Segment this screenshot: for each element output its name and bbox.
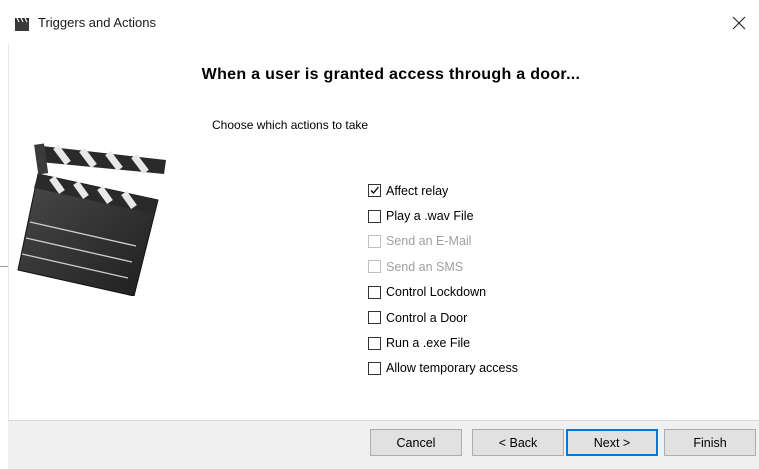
action-label: Send an E-Mail xyxy=(386,234,472,249)
wizard-footer: Cancel < Back Next > Finish xyxy=(8,420,759,469)
action-option[interactable]: Affect relay xyxy=(368,178,518,203)
back-button[interactable]: < Back xyxy=(472,429,564,456)
checkbox[interactable] xyxy=(368,336,381,350)
checkbox[interactable] xyxy=(368,209,381,223)
checkbox[interactable] xyxy=(368,285,381,299)
action-label: Control a Door xyxy=(386,310,468,325)
action-option[interactable]: Control a Door xyxy=(368,305,518,330)
checkbox[interactable] xyxy=(368,361,381,375)
action-option[interactable]: Run a .exe File xyxy=(368,330,518,355)
wizard-window: Triggers and Actions When a user is gran… xyxy=(0,0,759,469)
action-option[interactable]: Play a .wav File xyxy=(368,203,518,228)
checkbox xyxy=(368,260,381,274)
title-bar: Triggers and Actions xyxy=(0,0,759,44)
finish-button[interactable]: Finish xyxy=(664,429,756,456)
action-label: Play a .wav File xyxy=(386,209,474,224)
action-label: Run a .exe File xyxy=(386,336,471,351)
action-label: Allow temporary access xyxy=(386,361,518,376)
cancel-button[interactable]: Cancel xyxy=(370,429,462,456)
action-label: Send an SMS xyxy=(386,259,464,274)
action-option[interactable]: Control Lockdown xyxy=(368,280,518,305)
action-option: Send an E-Mail xyxy=(368,229,518,254)
divider xyxy=(0,266,8,267)
checkbox[interactable] xyxy=(368,311,381,325)
next-button[interactable]: Next > xyxy=(566,429,658,456)
action-label: Affect relay xyxy=(386,183,449,198)
page-subtitle: Choose which actions to take xyxy=(212,118,369,132)
checkbox[interactable] xyxy=(368,184,381,198)
action-label: Control Lockdown xyxy=(386,285,487,300)
close-button[interactable] xyxy=(719,8,759,38)
checkbox xyxy=(368,234,381,248)
left-panel-edge xyxy=(0,44,9,424)
page-heading: When a user is granted access through a … xyxy=(201,66,581,83)
clapperboard-icon xyxy=(14,16,30,32)
actions-list: Affect relay Play a .wav File Send an E-Ma… xyxy=(368,178,518,381)
action-option: Send an SMS xyxy=(368,254,518,279)
action-option[interactable]: Allow temporary access xyxy=(368,356,518,381)
clapperboard-icon xyxy=(16,138,172,297)
window-title: Triggers and Actions xyxy=(38,15,157,30)
close-icon xyxy=(732,16,746,30)
